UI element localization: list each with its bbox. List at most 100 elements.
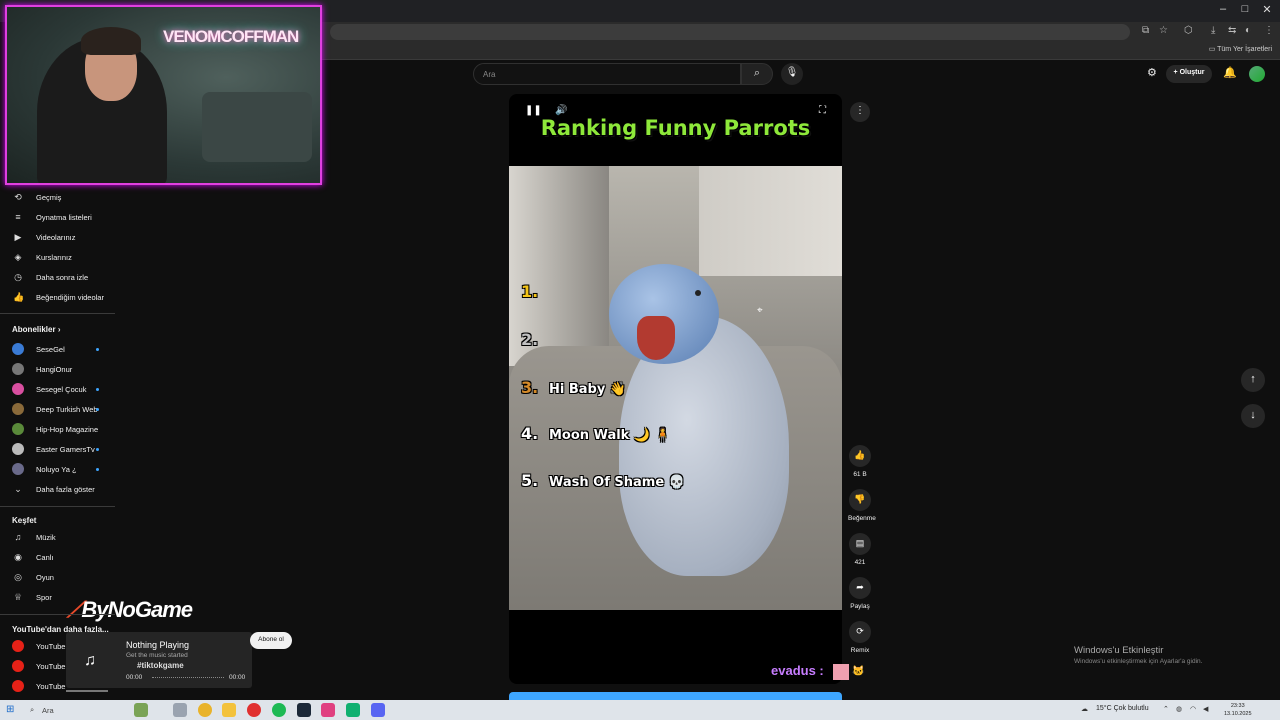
sidebar-item-4[interactable]: ◷ Daha sonra izle [0, 267, 115, 287]
sidebar-item-1[interactable]: ≡ Oynatma listeleri [0, 207, 115, 227]
next-short-button[interactable]: ↓ [1241, 404, 1265, 428]
weather-icon[interactable]: ☁ [1081, 705, 1088, 713]
pause-icon[interactable]: ❚❚ [525, 105, 542, 116]
star-icon[interactable]: ☆ [1159, 25, 1168, 36]
network-icon[interactable]: ◍ [1176, 705, 1182, 713]
sidebar-subscription-4[interactable]: Hip-Hop Magazine [0, 419, 115, 439]
thumbs-up-icon[interactable]: 👍 [849, 445, 871, 467]
app-icon[interactable] [321, 703, 335, 717]
cast-icon[interactable]: ⇆ [1228, 25, 1236, 36]
address-bar[interactable] [330, 24, 1130, 40]
sidebar-subscription-1[interactable]: HangiOnur [0, 359, 115, 379]
rank-number: 1. [521, 282, 539, 301]
spotify-icon[interactable] [272, 703, 286, 717]
sidebar-explore-0[interactable]: ♫ Müzik [0, 527, 115, 547]
subscriptions-heading[interactable]: Abonelikler › [12, 325, 60, 334]
cast-icon[interactable]: ⚙ [1147, 66, 1157, 79]
like-count: 61 B [853, 471, 867, 478]
sidebar-subscription-2[interactable]: Sesegel Çocuk [0, 379, 115, 399]
create-button[interactable]: + Oluştur [1166, 65, 1212, 83]
all-bookmarks-link[interactable]: ▭ Tüm Yer İşaretleri [1209, 45, 1272, 53]
task-view-icon[interactable] [173, 703, 187, 717]
show-more-button[interactable]: ⌄ Daha fazla göster [0, 479, 115, 499]
share-icon[interactable]: ➦ [849, 577, 871, 599]
sidebar-item-2[interactable]: ▶ Videolarınız [0, 227, 115, 247]
sidebar-explore-3[interactable]: ♕ Spor [0, 587, 115, 607]
share-action[interactable]: ➦ Paylaş [848, 577, 872, 610]
wifi-icon[interactable]: ◠ [1190, 705, 1196, 713]
sidebar-more-2[interactable]: YouTube [0, 676, 115, 696]
tiktok-tag: #tiktokgame [137, 661, 184, 670]
extensions-icon[interactable]: ⬡ [1184, 25, 1193, 36]
widget-icon[interactable] [134, 703, 148, 717]
search-input[interactable]: Ara [473, 63, 741, 85]
remix-label: Remix [850, 647, 870, 654]
app-icon[interactable] [346, 703, 360, 717]
volume-icon[interactable]: 🔊 [555, 105, 567, 116]
chrome-icon[interactable] [198, 703, 212, 717]
next-short-preview[interactable] [509, 692, 842, 700]
sidebar-explore-1[interactable]: ◉ Canlı [0, 547, 115, 567]
subscribe-button[interactable]: Abone ol [250, 632, 292, 649]
divider [0, 506, 115, 507]
sidebar-subscription-5[interactable]: Easter GamersTv [0, 439, 115, 459]
fullscreen-icon[interactable]: ⛶ [819, 105, 826, 116]
sidebar-item-label: Oyun [36, 573, 54, 582]
rank-number: 2. [521, 330, 539, 349]
shorts-player[interactable]: ❚❚ 🔊 ⛶ Ranking Funny Parrots 1. 2. 3. Hi Ba… [509, 94, 842, 684]
new-content-dot [96, 348, 99, 351]
playlist-icon: ≡ [15, 212, 21, 222]
live-icon: ◉ [14, 552, 22, 562]
sidebar-item-label: Geçmiş [36, 193, 62, 202]
maximize-button[interactable]: □ [1235, 3, 1255, 15]
menu-icon[interactable]: ⋮ [1264, 25, 1274, 36]
install-icon[interactable]: ⧉ [1142, 25, 1149, 36]
comments-action[interactable]: ▤ 421 [848, 533, 872, 566]
sidebar-item-label: YouTube [36, 682, 66, 691]
minimize-button[interactable]: – [1213, 3, 1233, 15]
video-title-overlay: Ranking Funny Parrots [540, 116, 811, 140]
discord-icon[interactable] [371, 703, 385, 717]
sidebar-more-0[interactable]: YouTube [0, 636, 115, 656]
volume-icon[interactable]: ◀ [1203, 705, 1208, 713]
sidebar-subscription-6[interactable]: Noluyo Ya ¿ [0, 459, 115, 479]
bell-icon[interactable]: 🔔 [1223, 66, 1237, 79]
weather-label[interactable]: 15°C Çok bulutlu [1096, 705, 1149, 712]
sidebar-item-0[interactable]: ⟲ Geçmiş [0, 187, 115, 207]
share-label: Paylaş [850, 603, 870, 610]
sidebar-explore-2[interactable]: ◎ Oyun [0, 567, 115, 587]
taskbar-search[interactable]: ⌕ Ara [26, 702, 136, 718]
sidebar-subscription-0[interactable]: SeseGel [0, 339, 115, 359]
previous-short-button[interactable]: ↑ [1241, 368, 1265, 392]
sidebar-subscription-3[interactable]: Deep Turkish Web [0, 399, 115, 419]
new-content-dot [96, 468, 99, 471]
comment-icon[interactable]: ▤ [849, 533, 871, 555]
remix-action[interactable]: ⟳ Remix [848, 621, 872, 654]
more-options-button[interactable]: ⋮ [850, 102, 870, 122]
close-button[interactable]: ✕ [1257, 3, 1277, 16]
bookmarks-bar [320, 42, 1280, 60]
sidebar-more-1[interactable]: YouTube [0, 656, 115, 676]
thumbs-down-icon[interactable]: 👎 [849, 489, 871, 511]
clock[interactable]: 23:33 13.10.2025 [1224, 702, 1252, 718]
opera-icon[interactable] [247, 703, 261, 717]
steam-icon[interactable] [297, 703, 311, 717]
explorer-icon[interactable] [222, 703, 236, 717]
sidebar-item-5[interactable]: 👍 Beğendiğim videolar [0, 287, 115, 307]
tray-up-icon[interactable]: ⌃ [1163, 705, 1169, 713]
avatar[interactable] [1249, 66, 1265, 82]
profile-icon[interactable]: ◐ [1245, 25, 1251, 36]
voice-search-button[interactable]: 🎙 [781, 63, 803, 85]
windows-start-icon[interactable]: ⊞ [6, 704, 14, 715]
rank-item-1: 1. [521, 282, 549, 301]
webcam-chair [202, 92, 312, 162]
dislike-action[interactable]: 👎 Beğenme [848, 489, 876, 522]
download-icon[interactable]: ⤓ [1211, 25, 1215, 36]
sidebar-item-3[interactable]: ◈ Kurslarınız [0, 247, 115, 267]
courses-icon: ◈ [14, 252, 22, 262]
chat-emote [833, 664, 849, 680]
search-button[interactable]: ⌕ [741, 63, 773, 85]
like-action[interactable]: 👍 61 B [848, 445, 872, 478]
remix-icon[interactable]: ⟳ [849, 621, 871, 643]
thumbs-up-icon: 👍 [13, 292, 25, 302]
